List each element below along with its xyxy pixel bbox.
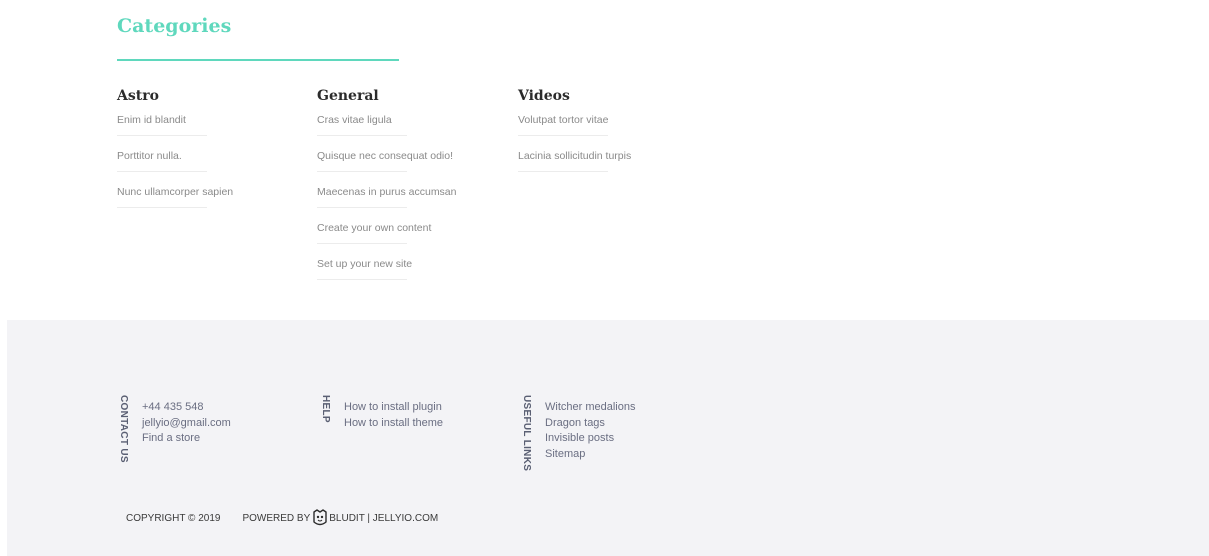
category-link[interactable]: Enim id blandit <box>117 113 207 136</box>
footer-store-link[interactable]: Find a store <box>142 431 231 447</box>
footer-bottom-bar: COPYRIGHT © 2019 POWERED BY BLUDIT | JEL… <box>126 509 438 527</box>
category-heading-general: General <box>317 88 379 104</box>
categories-title: Categories <box>117 15 232 37</box>
category-heading-astro: Astro <box>117 88 159 104</box>
footer-useful-label: USEFUL LINKS <box>521 395 532 472</box>
footer-help-link[interactable]: How to install plugin <box>344 400 443 416</box>
category-link[interactable]: Create your own content <box>317 221 431 244</box>
footer-help-link[interactable]: How to install theme <box>344 416 443 432</box>
footer-help-links: How to install plugin How to install the… <box>344 400 443 431</box>
footer-useful-link[interactable]: Dragon tags <box>545 416 635 432</box>
categories-section: Categories Astro Enim id blandit Porttit… <box>117 14 817 270</box>
title-underline <box>117 59 399 61</box>
footer-useful-link[interactable]: Witcher medalions <box>545 400 635 416</box>
copyright-text: COPYRIGHT © 2019 <box>126 512 221 524</box>
powered-by-link[interactable]: BLUDIT | JELLYIO.COM <box>329 513 438 524</box>
category-column-videos: Videos Volutpat tortor vitae Lacinia sol… <box>518 87 718 185</box>
category-column-astro: Astro Enim id blandit Porttitor nulla. N… <box>117 87 317 221</box>
footer-contact-links: +44 435 548 jellyio@gmail.com Find a sto… <box>142 400 231 447</box>
powered-by: POWERED BY BLUDIT | JELLYIO.COM <box>242 509 438 527</box>
category-link[interactable]: Volutpat tortor vitae <box>518 113 608 136</box>
footer-useful-links: Witcher medalions Dragon tags Invisible … <box>545 400 635 462</box>
footer-phone-link[interactable]: +44 435 548 <box>142 400 231 416</box>
bludit-logo-icon[interactable] <box>312 509 328 527</box>
category-column-general: General Cras vitae ligula Quisque nec co… <box>317 87 517 293</box>
category-link[interactable]: Nunc ullamcorper sapien <box>117 185 233 208</box>
footer-useful-link[interactable]: Invisible posts <box>545 431 635 447</box>
site-footer: CONTACT US +44 435 548 jellyio@gmail.com… <box>7 320 1209 556</box>
category-link[interactable]: Maecenas in purus accumsan <box>317 185 457 208</box>
category-link[interactable]: Porttitor nulla. <box>117 149 207 172</box>
footer-help-label: HELP <box>320 395 331 423</box>
footer-email-link[interactable]: jellyio@gmail.com <box>142 416 231 432</box>
powered-by-prefix: POWERED BY <box>242 512 311 524</box>
category-link[interactable]: Quisque nec consequat odio! <box>317 149 453 172</box>
category-link[interactable]: Lacinia sollicitudin turpis <box>518 149 631 172</box>
category-heading-videos: Videos <box>518 88 570 104</box>
category-link[interactable]: Cras vitae ligula <box>317 113 407 136</box>
category-link[interactable]: Set up your new site <box>317 257 412 280</box>
footer-contact-label: CONTACT US <box>118 395 129 463</box>
footer-useful-link[interactable]: Sitemap <box>545 447 635 463</box>
